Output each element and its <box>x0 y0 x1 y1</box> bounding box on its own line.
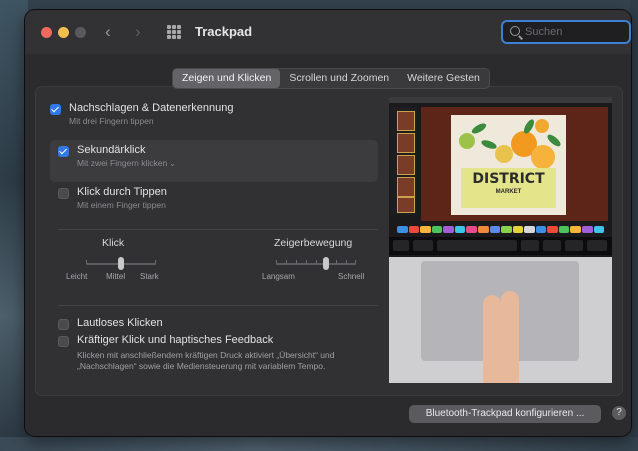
title-bar: ‹ › Trackpad <box>25 10 631 54</box>
poster-subtitle: MARKET <box>495 189 522 195</box>
window-title: Trackpad <box>195 24 253 39</box>
settings-panel: Nachschlagen & Datenerkennung Mit drei F… <box>35 86 623 396</box>
configure-bluetooth-trackpad-button[interactable]: Bluetooth-Trackpad konfigurieren ... <box>409 405 601 423</box>
secondary-click-mode: Mit zwei Fingern klicken <box>77 158 168 168</box>
zoom-button[interactable] <box>75 27 86 38</box>
search-input[interactable] <box>525 23 621 41</box>
finger <box>501 291 519 383</box>
click-slider[interactable] <box>86 257 156 270</box>
minimize-button[interactable] <box>58 27 69 38</box>
tracking-slider[interactable] <box>276 257 356 270</box>
finger <box>483 295 501 383</box>
option-subtitle: Mit einem Finger tippen <box>77 200 166 210</box>
help-button[interactable]: ? <box>612 406 626 420</box>
chevron-down-icon: ⌄ <box>169 159 176 168</box>
click-scale-light: Leicht <box>66 272 88 281</box>
touch-bar <box>389 237 612 255</box>
gesture-preview: DISTRICT MARKET <box>389 97 612 383</box>
poster-title: DISTRICT <box>472 171 545 187</box>
poster-title-box: DISTRICT MARKET <box>461 168 556 208</box>
option-title: Kräftiger Klick und haptisches Feedback <box>77 334 274 346</box>
desktop-background-right <box>630 0 638 451</box>
desktop-background-bottom <box>0 437 638 451</box>
option-title: Nachschlagen & Datenerkennung <box>69 102 234 114</box>
search-icon <box>510 26 520 36</box>
slide-canvas: DISTRICT MARKET <box>421 107 608 221</box>
force-click-description: Klicken mit anschließendem kräftigen Dru… <box>77 350 335 371</box>
preferences-window: ‹ › Trackpad Nachschlagen & Datenerkennu… <box>25 10 631 436</box>
option-title: Klick durch Tippen <box>77 186 167 198</box>
search-field[interactable] <box>501 20 631 44</box>
silent-click-checkbox[interactable] <box>58 319 69 330</box>
divider <box>58 305 378 306</box>
back-chevron-icon[interactable]: ‹ <box>105 22 111 42</box>
tap-to-click-checkbox[interactable] <box>58 188 69 199</box>
force-click-checkbox[interactable] <box>58 336 69 347</box>
divider <box>58 229 378 230</box>
click-slider-thumb[interactable] <box>118 257 124 270</box>
desktop-background <box>0 0 28 451</box>
tracking-slider-label: Zeigerbewegung <box>274 237 353 249</box>
option-subtitle: Mit drei Fingern tippen <box>69 116 154 126</box>
poster-image: DISTRICT MARKET <box>451 115 566 215</box>
tab-scroll-and-zoom[interactable]: Scrollen und Zoomen <box>280 69 398 88</box>
show-all-grid-icon[interactable] <box>167 25 181 39</box>
trackpad-illustration <box>389 257 612 383</box>
tracking-slider-thumb[interactable] <box>323 257 330 270</box>
dock <box>397 226 605 233</box>
tab-bar: Zeigen und Klicken Scrollen und Zoomen W… <box>172 68 490 89</box>
option-subtitle-dropdown[interactable]: Mit zwei Fingern klicken ⌄ <box>77 158 176 168</box>
tab-point-and-click[interactable]: Zeigen und Klicken <box>173 69 281 88</box>
tracking-scale-slow: Langsam <box>262 272 295 281</box>
secondary-click-checkbox[interactable] <box>58 146 69 157</box>
close-button[interactable] <box>41 27 52 38</box>
lookup-checkbox[interactable] <box>50 104 61 115</box>
option-title: Lautloses Klicken <box>77 317 163 329</box>
forward-chevron-icon[interactable]: › <box>135 22 141 42</box>
tab-more-gestures[interactable]: Weitere Gesten <box>398 69 489 88</box>
option-title: Sekundärklick <box>77 144 146 156</box>
click-scale-strong: Stark <box>140 272 159 281</box>
tracking-scale-fast: Schnell <box>338 272 365 281</box>
slide-thumbnails <box>391 107 417 215</box>
click-scale-medium: Mittel <box>106 272 126 281</box>
click-slider-label: Klick <box>102 237 125 249</box>
